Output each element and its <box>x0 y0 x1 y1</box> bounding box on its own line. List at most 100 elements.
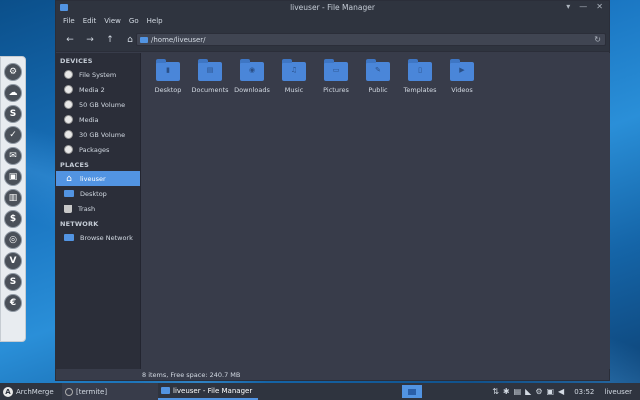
settings-icon[interactable]: ⚙ <box>535 387 542 396</box>
dock: ⚙ ☁ S ✓ ✉ ▣ ▥ $ ◎ V S € <box>0 56 26 342</box>
location-bar[interactable]: /home/liveuser/ ↻ <box>136 33 606 46</box>
dock-app-icon[interactable]: ☁ <box>4 84 22 102</box>
sidebar-item-label: File System <box>79 70 117 79</box>
drive-icon <box>64 70 73 79</box>
reload-icon[interactable]: ↻ <box>594 35 601 44</box>
forward-arrow-icon[interactable]: → <box>82 32 98 48</box>
folder-desktop[interactable]: ▮ Desktop <box>147 59 189 94</box>
menu-view[interactable]: View <box>100 17 125 25</box>
folder-icon: ♫ <box>282 59 306 81</box>
folder-downloads[interactable]: ◉ Downloads <box>231 59 273 94</box>
drive-icon <box>64 85 73 94</box>
sidebar-item-30gb-volume[interactable]: 30 GB Volume <box>56 127 140 142</box>
file-view[interactable]: ▮ Desktop ▤ Documents ◉ Downloads ♫ Musi… <box>142 53 610 369</box>
dock-app-icon[interactable]: ◎ <box>4 231 22 249</box>
folder-icon <box>161 387 170 394</box>
workspace-switcher[interactable] <box>402 385 423 398</box>
sidebar-item-label: 30 GB Volume <box>79 130 126 139</box>
menu-bar: File Edit View Go Help <box>56 14 609 28</box>
file-label: Desktop <box>154 86 182 94</box>
file-grid: ▮ Desktop ▤ Documents ◉ Downloads ♫ Musi… <box>142 53 610 94</box>
network-icon[interactable]: ⇅ <box>492 387 499 396</box>
volume-icon[interactable]: ◀ <box>558 387 564 396</box>
sidebar-item-file-system[interactable]: File System <box>56 67 140 82</box>
file-label: Templates <box>403 86 437 94</box>
window-titlebar[interactable]: liveuser - File Manager ▾ — ✕ <box>56 1 609 14</box>
dock-app-icon[interactable]: ✓ <box>4 126 22 144</box>
terminal-icon <box>65 387 73 396</box>
drive-icon <box>64 115 73 124</box>
drive-icon <box>64 145 73 154</box>
dock-app-icon[interactable]: € <box>4 294 22 312</box>
sidebar-item-trash[interactable]: Trash <box>56 201 140 216</box>
folder-templates[interactable]: ▯ Templates <box>399 59 441 94</box>
taskbar: A ArchMerge [termite] liveuser - File Ma… <box>0 383 640 400</box>
file-label: Music <box>284 86 304 94</box>
clipboard-icon[interactable]: ▤ <box>514 387 522 396</box>
dock-app-icon[interactable]: ✉ <box>4 147 22 165</box>
dock-app-icon[interactable]: ▣ <box>4 168 22 186</box>
folder-icon: ✎ <box>366 59 390 81</box>
minimize-icon[interactable]: — <box>579 2 587 11</box>
close-icon[interactable]: ✕ <box>596 2 603 11</box>
folder-icon <box>64 190 74 197</box>
sidebar-header-devices: DEVICES <box>60 57 93 65</box>
location-path: /home/liveuser/ <box>151 35 206 44</box>
folder-icon: ▯ <box>408 59 432 81</box>
folder-videos[interactable]: ▶ Videos <box>441 59 483 94</box>
sidebar-item-media-2[interactable]: Media 2 <box>56 82 140 97</box>
menu-go[interactable]: Go <box>125 17 143 25</box>
folder-icon: ▭ <box>324 59 348 81</box>
sidebar-item-browse-network[interactable]: Browse Network <box>56 230 140 245</box>
sidebar-item-packages[interactable]: Packages <box>56 142 140 157</box>
status-bar: 8 items, Free space: 240.7 MB <box>142 371 241 379</box>
bluetooth-icon[interactable]: ✱ <box>503 387 510 396</box>
workspace-icon <box>408 388 417 395</box>
sidebar-item-label: Trash <box>78 204 96 213</box>
taskbar-item-termite[interactable]: [termite] <box>62 383 158 400</box>
folder-icon: ▤ <box>198 59 222 81</box>
window-title: liveuser - File Manager <box>290 3 375 12</box>
file-label: Pictures <box>323 86 349 94</box>
file-manager-window: liveuser - File Manager ▾ — ✕ File Edit … <box>55 0 610 381</box>
dock-app-icon[interactable]: S <box>4 273 22 291</box>
folder-documents[interactable]: ▤ Documents <box>189 59 231 94</box>
dock-app-icon[interactable]: ⚙ <box>4 63 22 81</box>
back-arrow-icon[interactable]: ← <box>62 32 78 48</box>
folder-music[interactable]: ♫ Music <box>273 59 315 94</box>
sidebar-item-50gb-volume[interactable]: 50 GB Volume <box>56 97 140 112</box>
user-name[interactable]: liveuser <box>604 388 636 396</box>
sidebar-item-media[interactable]: Media <box>56 112 140 127</box>
folder-icon: ▮ <box>156 59 180 81</box>
start-menu-button[interactable]: A ArchMerge <box>0 386 62 397</box>
task-label: liveuser - File Manager <box>173 386 253 395</box>
menu-chevron-icon[interactable]: ▾ <box>566 2 570 11</box>
screenshot-icon[interactable]: ▣ <box>546 387 554 396</box>
sidebar-item-liveuser[interactable]: ⌂ liveuser <box>56 171 140 186</box>
menu-file[interactable]: File <box>59 17 79 25</box>
dock-app-icon[interactable]: ▥ <box>4 189 22 207</box>
sidebar-item-label: liveuser <box>80 174 106 183</box>
dock-app-icon[interactable]: V <box>4 252 22 270</box>
clock[interactable]: 03:52 <box>568 388 600 396</box>
sidebar-header-network: NETWORK <box>60 220 99 228</box>
sidebar-item-label: Packages <box>79 145 110 154</box>
folder-icon: ▶ <box>450 59 474 81</box>
folder-public[interactable]: ✎ Public <box>357 59 399 94</box>
menu-edit[interactable]: Edit <box>79 17 101 25</box>
taskbar-item-file-manager[interactable]: liveuser - File Manager <box>158 383 258 400</box>
system-tray: ⇅ ✱ ▤ ◣ ⚙ ▣ ◀ 03:52 liveuser <box>492 387 640 396</box>
dock-app-icon[interactable]: S <box>4 105 22 123</box>
folder-icon: ◉ <box>240 59 264 81</box>
file-label: Documents <box>191 86 229 94</box>
home-icon: ⌂ <box>66 173 72 184</box>
dock-app-icon[interactable]: $ <box>4 210 22 228</box>
up-arrow-icon[interactable]: ↑ <box>102 32 118 48</box>
file-label: Downloads <box>234 86 270 94</box>
audio-muted-icon[interactable]: ◣ <box>525 387 531 396</box>
sidebar-item-desktop[interactable]: Desktop <box>56 186 140 201</box>
folder-pictures[interactable]: ▭ Pictures <box>315 59 357 94</box>
file-label: Videos <box>451 86 473 94</box>
menu-help[interactable]: Help <box>143 17 167 25</box>
trash-icon <box>64 204 72 213</box>
